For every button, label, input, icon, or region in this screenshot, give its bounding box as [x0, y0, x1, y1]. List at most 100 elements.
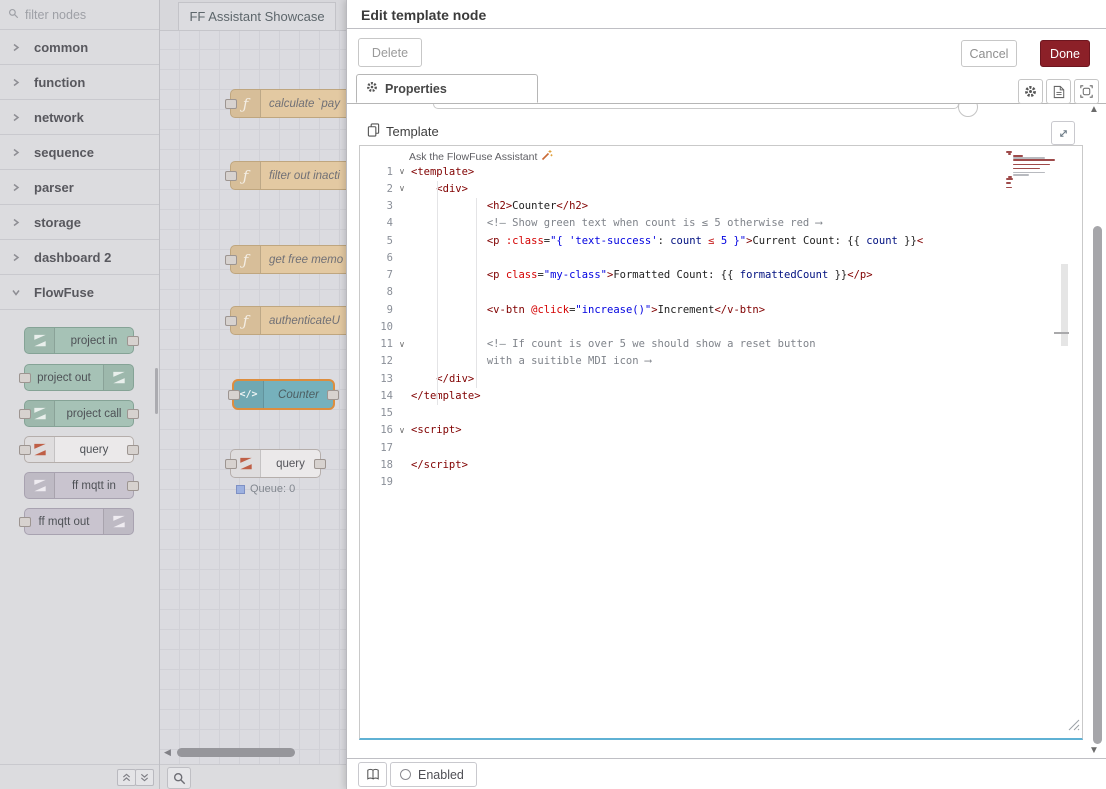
fold-chevron-icon[interactable]: ∨	[393, 425, 411, 436]
palette-category-common[interactable]: common	[0, 30, 159, 65]
palette-category-parser[interactable]: parser	[0, 170, 159, 205]
node-label: query	[261, 450, 320, 477]
palette-node-query[interactable]: query	[24, 436, 134, 463]
assistant-hint[interactable]: Ask the FlowFuse Assistant	[409, 149, 553, 164]
code-text: <!— Show green text when count is ≤ 5 ot…	[411, 217, 822, 229]
hscroll-left-arrow-icon[interactable]: ◀	[164, 747, 171, 758]
output-port[interactable]	[127, 481, 139, 491]
palette-node-project-in[interactable]: project in	[24, 327, 134, 354]
code-line-7: 7 <p class="my-class">Formatted Count: {…	[360, 267, 1060, 284]
node-red-editor: filter nodes commonfunctionnetworksequen…	[0, 0, 1106, 789]
editor-resize-grip[interactable]	[1066, 718, 1080, 736]
palette-category-network[interactable]: network	[0, 100, 159, 135]
output-port[interactable]	[127, 409, 139, 419]
flow-tab-label: FF Assistant Showcase	[189, 9, 324, 24]
node-status: Queue: 0	[236, 483, 295, 495]
palette-categories: commonfunctionnetworksequenceparserstora…	[0, 30, 159, 310]
flow-tab[interactable]: FF Assistant Showcase	[178, 2, 336, 30]
gear-icon-button[interactable]	[1018, 79, 1043, 104]
palette-node-ff-mqtt-out[interactable]: ff mqtt out	[24, 508, 134, 535]
code-line-2: 2∨ <div>	[360, 180, 1060, 197]
line-number: 16	[360, 424, 393, 436]
palette-category-storage[interactable]: storage	[0, 205, 159, 240]
palette-node-label: project in	[55, 335, 133, 347]
template-code-editor[interactable]: Ask the FlowFuse Assistant 1∨<template>2…	[359, 145, 1083, 740]
code-line-4: 4 <!— Show green text when count is ≤ 5 …	[360, 215, 1060, 232]
palette-category-function[interactable]: function	[0, 65, 159, 100]
copy-icon	[367, 123, 380, 140]
document-icon-button[interactable]	[1046, 79, 1071, 104]
palette-node-project-call[interactable]: project call	[24, 400, 134, 427]
template-label-text: Template	[386, 124, 439, 139]
palette-category-FlowFuse[interactable]: FlowFuse	[0, 275, 159, 310]
cancel-button[interactable]: Cancel	[961, 40, 1017, 67]
input-port[interactable]	[225, 255, 237, 265]
line-number: 18	[360, 459, 393, 471]
code-line-18: 18</script>	[360, 456, 1060, 473]
tab-properties-label: Properties	[385, 82, 447, 96]
done-button[interactable]: Done	[1040, 40, 1090, 67]
minimap[interactable]	[1006, 151, 1054, 195]
indent-guide	[437, 181, 438, 405]
input-port[interactable]	[225, 171, 237, 181]
code-line-6: 6	[360, 249, 1060, 266]
delete-button[interactable]: Delete	[358, 38, 422, 67]
code-text: <!— If count is over 5 we should show a …	[411, 338, 816, 350]
input-port[interactable]	[19, 373, 31, 383]
flowfuse-icon	[25, 328, 55, 353]
code-line-19: 19	[360, 474, 1060, 491]
input-port[interactable]	[225, 316, 237, 326]
flow-node-counter[interactable]: </>Counter	[232, 379, 335, 410]
category-label: dashboard 2	[34, 250, 111, 265]
tray-title: Edit template node	[361, 7, 486, 23]
line-number: 12	[360, 355, 393, 367]
output-port[interactable]	[127, 336, 139, 346]
chevron-right-icon	[12, 78, 20, 87]
chevron-right-icon	[12, 183, 20, 192]
palette-category-sequence[interactable]: sequence	[0, 135, 159, 170]
expand-all-button[interactable]	[135, 769, 154, 786]
collapse-all-button[interactable]	[117, 769, 136, 786]
code-line-1: 1∨<template>	[360, 163, 1060, 180]
enabled-label: Enabled	[418, 768, 464, 782]
palette-node-project-out[interactable]: project out	[24, 364, 134, 391]
code-line-12: 12 with a suitible MDI icon ⟶	[360, 353, 1060, 370]
gear-icon	[366, 81, 378, 96]
zoom-search-button[interactable]	[167, 767, 191, 789]
input-port[interactable]	[228, 390, 240, 400]
template-field-label: Template	[367, 123, 439, 140]
tray-scrollbar[interactable]	[1093, 226, 1102, 744]
palette: filter nodes commonfunctionnetworksequen…	[0, 0, 160, 789]
chevron-right-icon	[12, 148, 20, 157]
code-line-15: 15	[360, 405, 1060, 422]
input-port[interactable]	[19, 409, 31, 419]
palette-node-ff-mqtt-in[interactable]: ff mqtt in	[24, 472, 134, 499]
tab-properties[interactable]: Properties	[356, 74, 538, 103]
input-port[interactable]	[225, 99, 237, 109]
enabled-toggle-button[interactable]: Enabled	[390, 762, 477, 787]
expand-editor-button[interactable]	[1051, 121, 1075, 145]
docs-book-button[interactable]	[358, 762, 387, 787]
input-port[interactable]	[19, 445, 31, 455]
input-port[interactable]	[225, 459, 237, 469]
output-port[interactable]	[314, 459, 326, 469]
line-number: 9	[360, 304, 393, 316]
palette-filter-input[interactable]: filter nodes	[0, 0, 159, 30]
horizontal-scrollbar[interactable]	[177, 748, 295, 757]
output-port[interactable]	[327, 390, 339, 400]
palette-category-dashboard-2[interactable]: dashboard 2	[0, 240, 159, 275]
input-port[interactable]	[19, 517, 31, 527]
flow-node-query1[interactable]: query	[230, 449, 321, 478]
fold-chevron-icon[interactable]: ∨	[393, 166, 411, 177]
output-port[interactable]	[127, 445, 139, 455]
fold-chevron-icon[interactable]: ∨	[393, 183, 411, 194]
chevron-down-icon	[12, 288, 21, 296]
fold-chevron-icon[interactable]: ∨	[393, 339, 411, 350]
tray-scroll-up-icon[interactable]: ▲	[1089, 104, 1099, 115]
palette-scrollbar[interactable]	[155, 368, 158, 414]
code-line-9: 9 <v-btn @click="increase()">Increment</…	[360, 301, 1060, 318]
tray-scroll-down-icon[interactable]: ▼	[1089, 745, 1099, 756]
chevron-right-icon	[12, 113, 20, 122]
group-icon-button[interactable]	[1074, 79, 1099, 104]
line-number: 3	[360, 200, 393, 212]
